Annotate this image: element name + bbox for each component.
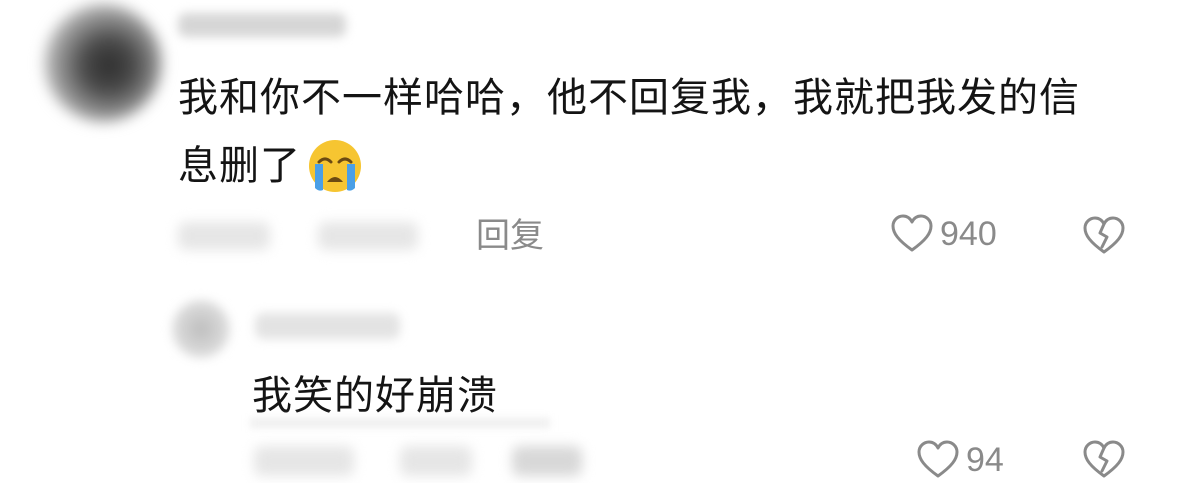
reply-location-redacted: [400, 446, 472, 476]
heart-outline-icon: [890, 214, 934, 254]
avatar[interactable]: [44, 4, 162, 122]
comment-text-line-2: 息删了: [178, 143, 301, 189]
reply-timestamp-redacted: [254, 446, 354, 476]
reply-username-redacted[interactable]: [255, 313, 400, 339]
reply-reply-button-redacted[interactable]: [512, 446, 582, 476]
loudly-crying-face-icon: [305, 136, 365, 196]
like-button[interactable]: 940: [890, 214, 997, 254]
username-redacted[interactable]: [178, 13, 346, 37]
comment-text-line-1: 我和你不一样哈哈，他不回复我，我就把我发的信: [178, 75, 1080, 121]
broken-heart-icon: [1082, 216, 1126, 256]
broken-heart-icon: [1082, 440, 1126, 480]
heart-outline-icon: [916, 440, 960, 480]
like-count: 940: [940, 214, 997, 253]
reply-text: 我笑的好崩溃: [252, 373, 498, 419]
blur-divider: [250, 418, 550, 428]
reply-like-count: 94: [966, 440, 1004, 479]
reply-like-button[interactable]: 94: [916, 440, 1004, 480]
reply-button[interactable]: 回复: [476, 212, 544, 260]
comment-text-line-2-row: 息删了: [178, 132, 365, 200]
reply-dislike-button[interactable]: [1082, 440, 1126, 480]
comment-location-redacted: [318, 222, 418, 250]
reply-avatar[interactable]: [172, 300, 230, 358]
dislike-button[interactable]: [1082, 216, 1126, 256]
comment-timestamp-redacted: [178, 222, 270, 250]
